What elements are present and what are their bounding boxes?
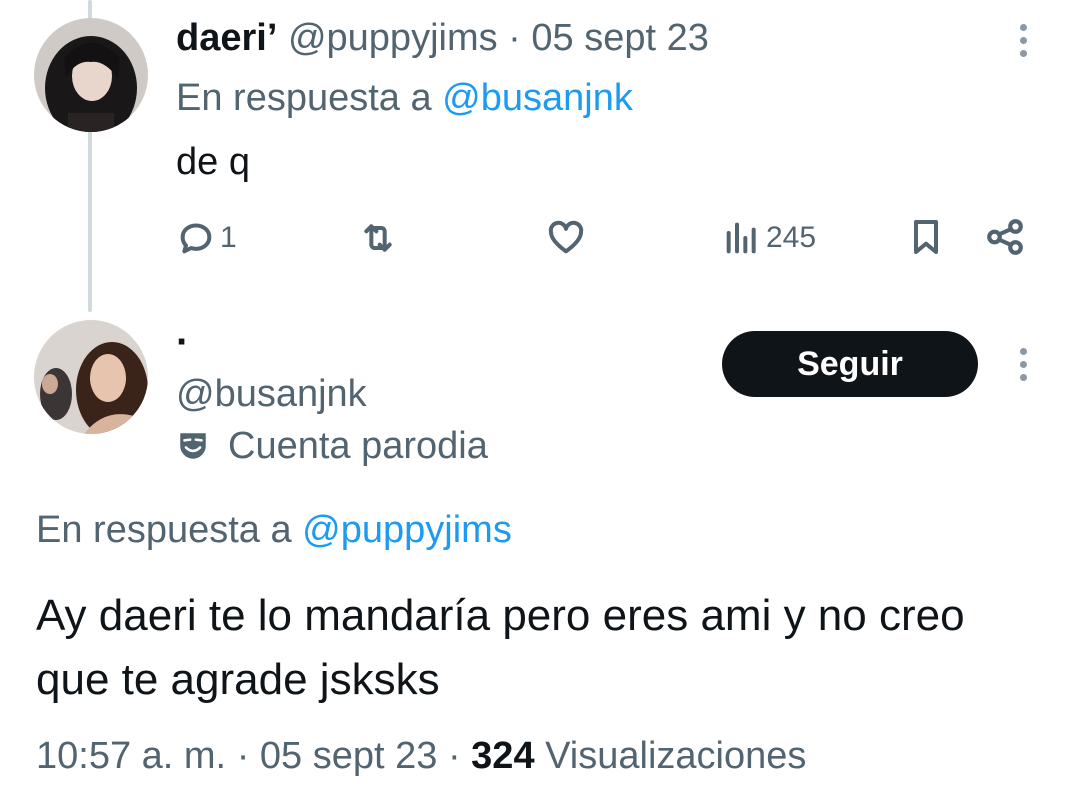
share-icon: [987, 219, 1023, 255]
tweet2-separator: ·: [236, 735, 250, 777]
tweet2-handle[interactable]: @busanjnk: [176, 370, 367, 418]
tweet2-views-label[interactable]: Visualizaciones: [545, 735, 806, 777]
tweet1-header: daeri’ @puppyjims · 05 sept 23: [176, 14, 709, 62]
views-count: 245: [766, 221, 817, 254]
parody-account-label: Cuenta parodia: [176, 422, 488, 470]
tweet2-separator-2: ·: [447, 735, 461, 777]
tweet1-more-icon[interactable]: [1018, 24, 1028, 57]
tweet1-separator: ·: [508, 17, 521, 59]
tweet2-more-icon[interactable]: [1018, 348, 1028, 381]
parody-mask-icon: [180, 433, 206, 459]
reply-icon: [180, 223, 212, 254]
reply-button[interactable]: 1: [176, 218, 237, 258]
views-icon: [726, 222, 756, 254]
tweet2-text: Ay daeri te lo mandaría pero eres ami y …: [36, 591, 965, 704]
tweet1-text: de q: [176, 141, 250, 183]
tweet1-reply-prefix: En respuesta a: [176, 77, 432, 119]
reply-count: 1: [220, 221, 237, 254]
bookmark-button[interactable]: [906, 216, 946, 258]
tweet1-handle[interactable]: @puppyjims: [288, 17, 498, 59]
like-button[interactable]: [546, 218, 586, 258]
tweet2-views-count: 324: [471, 735, 535, 777]
parody-label-text: Cuenta parodia: [228, 425, 488, 467]
tweet2-reply-context: En respuesta a @puppyjims: [36, 506, 512, 554]
tweet1-reply-to-link[interactable]: @busanjnk: [442, 77, 633, 119]
retweet-icon: [364, 224, 392, 252]
follow-button[interactable]: Seguir: [722, 331, 978, 397]
tweet2-meta: 10:57 a. m. · 05 sept 23 · 324 Visualiza…: [36, 732, 806, 780]
tweet1-date[interactable]: 05 sept 23: [531, 17, 708, 59]
tweet2-reply-to-link[interactable]: @puppyjims: [302, 509, 512, 551]
share-button[interactable]: [984, 216, 1026, 258]
like-icon: [548, 220, 584, 254]
bookmark-icon: [914, 220, 938, 254]
views-button[interactable]: 245: [722, 218, 816, 258]
tweet2-display-name[interactable]: ·: [176, 322, 189, 362]
avatar-busanjnk[interactable]: [34, 320, 148, 434]
retweet-button[interactable]: [358, 218, 398, 258]
tweet2-date[interactable]: 05 sept 23: [260, 735, 437, 777]
tweet2-time[interactable]: 10:57 a. m.: [36, 735, 226, 777]
avatar-daeri[interactable]: [34, 18, 148, 132]
tweet2-reply-prefix: En respuesta a: [36, 509, 292, 551]
tweet1-display-name[interactable]: daeri’: [176, 17, 277, 59]
tweet1-reply-context: En respuesta a @busanjnk: [176, 74, 633, 122]
